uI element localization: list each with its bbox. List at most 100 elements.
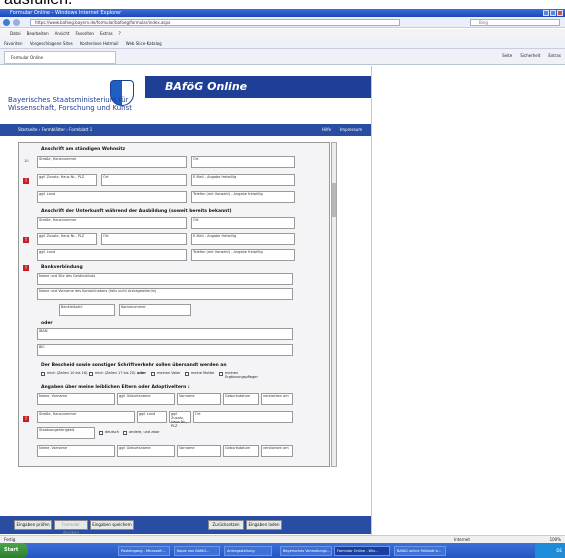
cmd-seite[interactable]: Seite [502, 53, 512, 58]
radio-vater[interactable] [151, 372, 155, 376]
menu-bar: Datei Bearbeiten Ansicht Favoriten Extra… [0, 29, 565, 38]
bank-inhaber-field[interactable]: Name und Vorname des Kontoinhabers (fall… [37, 288, 293, 300]
nav-help-link[interactable]: Hilfe [322, 124, 331, 136]
breadcrumb[interactable]: Startseite › Formblätter › Formblatt 1 [18, 127, 92, 132]
site-nav: Startseite › Formblätter › Formblatt 1 H… [0, 124, 371, 136]
menu-extras[interactable]: Extras [100, 29, 113, 38]
task-formular-online[interactable]: Formular Online - Win... [334, 546, 390, 556]
form-action-bar: Eingaben prüfen Formular drucken Eingabe… [0, 516, 371, 535]
radio-ergaenzungspfleger[interactable] [219, 372, 223, 376]
task-bafoeg-copy[interactable]: Kopie von BAföG... [174, 546, 220, 556]
fav-hotmail[interactable]: Kostenlose Hotmail [80, 41, 119, 46]
vater-plz-field[interactable]: ggf. Zusatz, Haus Nr., PLZ [169, 411, 191, 428]
search-input[interactable]: Bing [470, 19, 560, 26]
checkbox-deutsch[interactable] [99, 431, 103, 435]
mutter-name-field[interactable]: Name, Vorname [37, 445, 115, 457]
menu-bearbeiten[interactable]: Bearbeiten [27, 29, 49, 38]
favorites-bar: Favoriten Vorgeschlagene Sites Kostenlos… [0, 38, 565, 49]
status-text: Fertig [4, 537, 16, 542]
print-form-button[interactable]: Formular drucken [54, 520, 88, 535]
vater-strasse-field[interactable]: Straße, Hausnummer [37, 411, 135, 423]
vater-verstorben-field[interactable]: verstorben am [261, 393, 293, 405]
checkbox-andere[interactable] [123, 431, 127, 435]
wohnsitz-ort2-field[interactable]: Ort [101, 174, 187, 186]
window-controls [543, 10, 563, 16]
command-bar: Seite Sicherheit Extras [502, 53, 561, 58]
iban-field[interactable]: IBAN [37, 328, 293, 340]
wohnsitz-email-field[interactable]: E-Mail - Angabe freiwillig [191, 174, 295, 186]
radio-mich-2[interactable] [89, 372, 93, 376]
reset-button[interactable]: Zurücksetzen [208, 520, 244, 530]
tab-formular-online[interactable]: Formular Online [4, 51, 116, 64]
menu-datei[interactable]: Datei [10, 29, 21, 38]
nav-impressum-link[interactable]: Impressum [340, 124, 362, 136]
cmd-sicherheit[interactable]: Sicherheit [520, 53, 540, 58]
unterkunft-strasse-field[interactable]: Straße, Hausnummer [37, 217, 187, 229]
bankleitzahl-field[interactable]: Bankleitzahl [59, 304, 115, 316]
mutter-vorname-field[interactable]: Vorname [177, 445, 221, 457]
bic-field[interactable]: BIC [37, 344, 293, 356]
fav-suggested-sites[interactable]: Vorgeschlagene Sites [30, 41, 73, 46]
wohnsitz-strasse-field[interactable]: Straße, Hausnummer [37, 156, 187, 168]
wohnsitz-telefon-field[interactable]: Telefon (mit Vorwahl) - Angabe freiwilli… [191, 191, 295, 203]
task-verwaltung[interactable]: Bayerisches Verwaltungs... [280, 546, 332, 556]
bank-name-field[interactable]: Name und Sitz des Geldinstituts [37, 273, 293, 285]
maximize-button[interactable] [550, 10, 556, 16]
ministry-name: Bayerisches Staatsministerium für Wissen… [8, 96, 132, 112]
vater-name-field[interactable]: Name, Vorname [37, 393, 115, 405]
unterkunft-telefon-field[interactable]: Telefon (mit Vorwahl) - Angabe freiwilli… [191, 249, 295, 261]
vater-ort-field[interactable]: Ort [193, 411, 293, 423]
menu-help[interactable]: ? [119, 29, 121, 38]
favorites-button[interactable]: Favoriten [4, 41, 23, 46]
radio-mutter[interactable] [185, 372, 189, 376]
forward-icon[interactable] [13, 19, 20, 26]
save-input-button[interactable]: Eingaben speichern [90, 520, 134, 530]
address-bar: https://www.bafoeg.bayern.de/formular/ba… [0, 17, 565, 28]
window-title: Formular Online - Windows Internet Explo… [10, 10, 122, 16]
status-bar: Fertig Internet 100% [0, 535, 565, 543]
scrollbar-thumb[interactable] [332, 183, 336, 217]
vater-geburtsname-field[interactable]: ggf. Geburtsname [117, 393, 175, 405]
form-panel: Anschrift am ständigen Wohnsitz 10 Straß… [18, 142, 330, 467]
mutter-verstorben-field[interactable]: verstorben am [261, 445, 293, 457]
form-scrollbar[interactable] [331, 142, 337, 467]
start-button[interactable]: Start [0, 543, 28, 558]
window-titlebar: Formular Online - Windows Internet Explo… [0, 9, 565, 17]
cmd-extras[interactable]: Extras [548, 53, 561, 58]
system-tray: DE [535, 543, 565, 558]
kontonummer-field[interactable]: Kontonummer [119, 304, 191, 316]
page-content: BAföG Online Bayerisches Staatsministeri… [0, 66, 372, 542]
task-fallblatt[interactable]: BAföG online Fallblatt b... [394, 546, 446, 556]
menu-ansicht[interactable]: Ansicht [55, 29, 70, 38]
unterkunft-ort2-field[interactable]: Ort [101, 233, 187, 245]
load-input-button[interactable]: Eingaben laden [246, 520, 282, 530]
minimize-button[interactable] [543, 10, 549, 16]
staatsangehoerigkeit-field[interactable]: Staatsangehörigkeit [37, 427, 95, 439]
menu-favoriten[interactable]: Favoriten [75, 29, 94, 38]
empty-pane [373, 66, 565, 542]
wohnsitz-plz-field[interactable]: ggf. Zusatz, Haus Nr., PLZ [37, 174, 97, 186]
fav-webslice[interactable]: Web Slice-Katalog [126, 41, 162, 46]
vater-geburtsdatum-field[interactable]: Geburtsdatum [223, 393, 259, 405]
close-button[interactable] [557, 10, 563, 16]
back-icon[interactable] [3, 19, 10, 26]
mutter-geburtsname-field[interactable]: ggf. Geburtsname [117, 445, 175, 457]
wohnsitz-ort-field[interactable]: Ort [191, 156, 295, 168]
tab-bar: Formular Online Seite Sicherheit Extras [0, 49, 565, 65]
check-input-button[interactable]: Eingaben prüfen [14, 520, 52, 530]
url-input[interactable]: https://www.bafoeg.bayern.de/formular/ba… [30, 19, 400, 26]
wohnsitz-land-field[interactable]: ggf. Land [37, 191, 187, 203]
section-bescheid-title: Der Bescheid sowie sonstiger Schriftverk… [41, 363, 227, 368]
vater-vorname-field[interactable]: Vorname [177, 393, 221, 405]
task-antrag[interactable]: Antragsstellung [224, 546, 272, 556]
unterkunft-ort-field[interactable]: Ort [191, 217, 295, 229]
unterkunft-land-field[interactable]: ggf. Land [37, 249, 187, 261]
task-outlook[interactable]: Posteingang - Microsoft ... [118, 546, 170, 556]
required-marker: ! [23, 237, 29, 243]
unterkunft-plz-field[interactable]: ggf. Zusatz, Haus Nr., PLZ [37, 233, 97, 245]
vater-land-field[interactable]: ggf. Land [137, 411, 167, 423]
unterkunft-email-field[interactable]: E-Mail - Angabe freiwillig [191, 233, 295, 245]
radio-mich-1[interactable] [41, 372, 45, 376]
mutter-geburtsdatum-field[interactable]: Geburtsdatum [223, 445, 259, 457]
section-bank-title: Bankverbindung [41, 265, 83, 270]
